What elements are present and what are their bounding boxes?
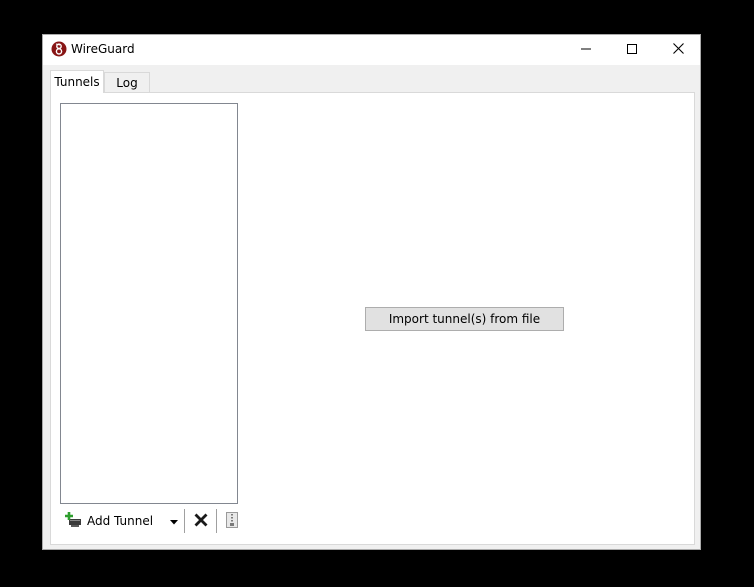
tunnels-tab-panel: Import tunnel(s) from file Add Tunnel [50, 92, 695, 545]
wireguard-window: WireGuard Tunnels Log Import tunnel(s) f… [42, 34, 701, 550]
maximize-button[interactable] [609, 35, 655, 65]
add-tunnel-button[interactable]: Add Tunnel [65, 509, 165, 533]
window-title: WireGuard [71, 42, 135, 56]
maximize-icon [627, 43, 637, 57]
tab-tunnels[interactable]: Tunnels [50, 70, 104, 93]
toolbar-separator [216, 509, 217, 533]
minimize-icon [581, 43, 591, 57]
add-tunnel-label: Add Tunnel [87, 514, 154, 528]
add-tunnel-dropdown-button[interactable] [167, 509, 181, 533]
close-button[interactable] [655, 35, 701, 65]
tab-log[interactable]: Log [104, 72, 150, 93]
title-bar[interactable]: WireGuard [43, 35, 700, 65]
toolbar-separator [184, 509, 185, 533]
delete-icon [194, 513, 208, 530]
chevron-down-icon [170, 514, 178, 528]
import-tunnels-button[interactable]: Import tunnel(s) from file [365, 307, 564, 331]
wireguard-logo-icon [51, 41, 67, 57]
export-zip-icon [226, 511, 238, 531]
tunnel-list[interactable] [60, 103, 238, 504]
tunnel-list-toolbar: Add Tunnel [60, 506, 240, 536]
add-tunnel-icon [65, 511, 83, 532]
delete-tunnel-button[interactable] [190, 509, 212, 533]
minimize-button[interactable] [563, 35, 609, 65]
close-icon [672, 43, 684, 57]
export-tunnels-button[interactable] [222, 509, 242, 533]
